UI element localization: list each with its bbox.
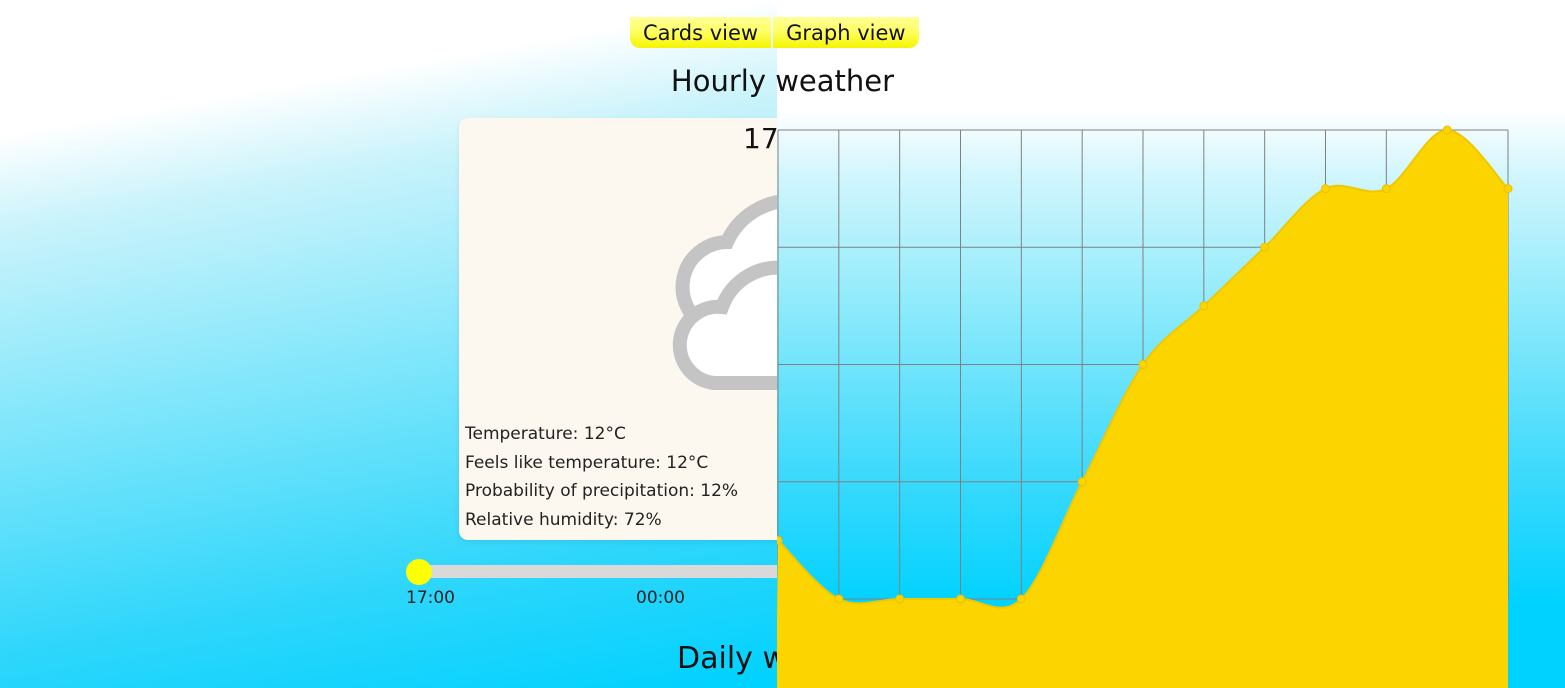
data-point[interactable]: [1503, 184, 1513, 194]
cards-view-tab[interactable]: Cards view: [630, 17, 772, 48]
humidity-text: Relative humidity: 72%: [465, 509, 662, 530]
precipitation-text: Probability of precipitation: 12%: [465, 481, 739, 501]
data-point[interactable]: [834, 594, 844, 604]
graph-panel: [777, 0, 1565, 688]
data-point[interactable]: [956, 594, 965, 604]
feels-like-text: Feels like temperature: 12°C: [465, 452, 709, 473]
hourly-weather-title: Hourly weather: [670, 64, 895, 98]
data-point[interactable]: [1138, 360, 1148, 369]
data-point[interactable]: [1442, 125, 1452, 135]
data-point[interactable]: [1199, 301, 1209, 311]
slider-label-start: 17:00: [406, 588, 455, 608]
data-point[interactable]: [895, 594, 905, 604]
data-point[interactable]: [1381, 184, 1391, 194]
view-tabs: Cards view Graph view: [630, 17, 919, 48]
slider-label-midnight: 00:00: [636, 588, 685, 608]
data-point[interactable]: [1077, 477, 1087, 487]
graph-view-tab[interactable]: Graph view: [773, 17, 919, 48]
temperature-chart: [777, 125, 1513, 688]
data-point[interactable]: [1016, 594, 1026, 604]
temperature-text: Temperature: 12°C: [465, 424, 626, 444]
data-point[interactable]: [1260, 242, 1270, 252]
card-details: Temperature: 12°C Feels like temperature…: [465, 420, 738, 534]
data-point[interactable]: [1321, 184, 1330, 194]
slider-thumb[interactable]: [406, 559, 432, 585]
data-point[interactable]: [777, 535, 783, 545]
